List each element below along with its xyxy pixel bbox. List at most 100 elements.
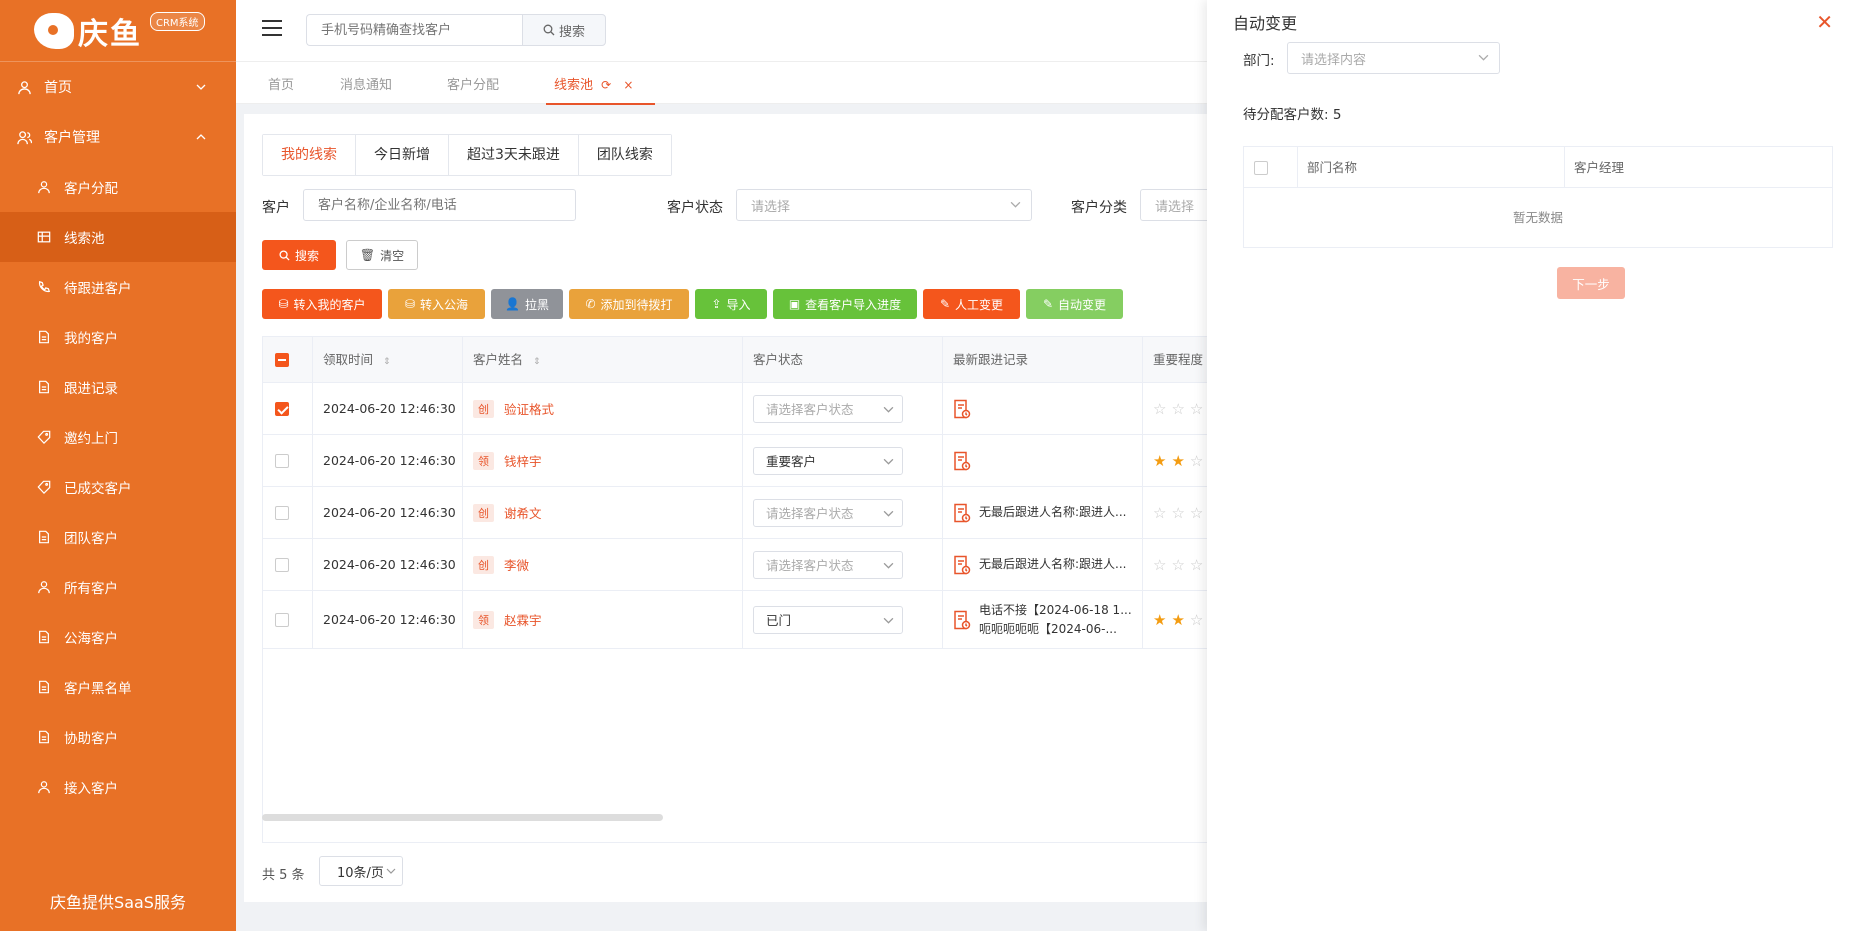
star-icon[interactable]: ★ [1171, 452, 1184, 470]
sidebar-item-all-customers[interactable]: 所有客户 [0, 562, 236, 612]
tab-customer-assign[interactable]: 客户分配 [447, 74, 499, 93]
subtab-overdue-3-days[interactable]: 超过3天未跟进 [449, 135, 579, 175]
sidebar-item-lead-pool[interactable]: 线索池 [0, 212, 236, 262]
next-step-button[interactable]: 下一步 [1557, 267, 1625, 299]
select-all-checkbox[interactable] [275, 353, 289, 367]
phone-search-input[interactable] [306, 14, 522, 46]
row-check-cell [263, 539, 313, 590]
star-icon[interactable]: ☆ [1190, 400, 1203, 418]
star-icon[interactable]: ☆ [1171, 400, 1184, 418]
to-public-sea-button[interactable]: ⛁ 转入公海 [388, 289, 485, 319]
auto-change-label: 自动变更 [1058, 297, 1107, 312]
status-select[interactable]: 已门 [753, 605, 903, 634]
phone-search-button[interactable]: 搜索 [522, 14, 606, 46]
tag-icon [36, 479, 52, 495]
page-size-select[interactable]: 10条/页 [319, 856, 403, 886]
star-icon[interactable]: ☆ [1153, 556, 1166, 574]
menu-home[interactable]: 首页 [0, 62, 236, 112]
status-filter-select[interactable]: 请选择 [736, 189, 1032, 221]
horizontal-scrollbar[interactable] [262, 814, 663, 821]
department-select[interactable]: 请选择内容 [1287, 42, 1500, 74]
row-checkbox[interactable] [275, 612, 289, 627]
star-icon[interactable]: ☆ [1190, 504, 1203, 522]
tab-lead-pool[interactable]: 线索池 ⟳ × [545, 74, 656, 105]
header-time[interactable]: 领取时间 ⇕ [313, 337, 463, 383]
auto-change-button[interactable]: ✎ 自动变更 [1026, 289, 1123, 319]
refresh-icon[interactable]: ⟳ [601, 78, 611, 92]
sidebar-item-incoming-customers[interactable]: 接入客户 [0, 762, 236, 812]
star-icon[interactable]: ★ [1153, 452, 1166, 470]
customer-name-link[interactable]: 谢希文 [504, 503, 542, 522]
tab-notifications[interactable]: 消息通知 [340, 74, 392, 93]
sidebar-item-follow-records[interactable]: 跟进记录 [0, 362, 236, 412]
header-status: 客户状态 [743, 337, 943, 383]
row-checkbox[interactable] [275, 505, 289, 520]
menu-customer-management[interactable]: 客户管理 [0, 112, 236, 162]
upload-icon: ⇪ [711, 297, 722, 311]
follow-record-icon[interactable] [953, 555, 971, 575]
header-record: 最新跟进记录 [943, 337, 1143, 383]
sort-icon[interactable]: ⇕ [383, 357, 391, 367]
dept-select-all-checkbox[interactable] [1254, 160, 1268, 175]
subtab-my-leads[interactable]: 我的线索 [263, 135, 356, 175]
star-icon[interactable]: ☆ [1171, 556, 1184, 574]
subtab-today-new[interactable]: 今日新增 [356, 135, 449, 175]
sidebar-item-my-customers[interactable]: 我的客户 [0, 312, 236, 362]
status-select[interactable]: 请选择客户状态 [753, 498, 903, 527]
customer-name-link[interactable]: 赵霖宇 [504, 610, 542, 629]
tab-home[interactable]: 首页 [268, 74, 294, 93]
star-icon[interactable]: ☆ [1153, 504, 1166, 522]
sidebar-item-customer-assign[interactable]: 客户分配 [0, 162, 236, 212]
star-icon[interactable]: ★ [1171, 611, 1184, 629]
close-icon[interactable]: × [623, 78, 633, 92]
add-to-call-button[interactable]: ✆ 添加到待拨打 [569, 289, 689, 319]
star-icon[interactable]: ☆ [1153, 400, 1166, 418]
header-name[interactable]: 客户姓名 ⇕ [463, 337, 743, 383]
manual-change-button[interactable]: ✎ 人工变更 [923, 289, 1020, 319]
blacklist-button[interactable]: 👤 拉黑 [491, 289, 563, 319]
customer-name-link[interactable]: 钱梓宇 [504, 451, 542, 470]
status-select[interactable]: 请选择客户状态 [753, 550, 903, 579]
star-icon[interactable]: ☆ [1190, 556, 1203, 574]
sidebar-item-team-customers[interactable]: 团队客户 [0, 512, 236, 562]
search-button[interactable]: 搜索 [262, 240, 336, 270]
import-button[interactable]: ⇪ 导入 [695, 289, 767, 319]
customer-name-link[interactable]: 李微 [504, 555, 529, 574]
row-name-cell: 创 李微 [463, 539, 743, 590]
sidebar-item-public-sea[interactable]: 公海客户 [0, 612, 236, 662]
star-icon[interactable]: ☆ [1190, 611, 1203, 629]
subtab-team-leads[interactable]: 团队线索 [578, 135, 671, 175]
status-select[interactable]: 重要客户 [753, 446, 903, 475]
sidebar-item-blacklist[interactable]: 客户黑名单 [0, 662, 236, 712]
to-my-customers-button[interactable]: ⛁ 转入我的客户 [262, 289, 382, 319]
sidebar-item-assist-customers[interactable]: 协助客户 [0, 712, 236, 762]
customer-filter-input[interactable] [303, 189, 576, 221]
chevron-up-icon [196, 130, 206, 146]
star-icon[interactable]: ★ [1153, 611, 1166, 629]
sort-icon[interactable]: ⇕ [533, 357, 541, 367]
status-filter-placeholder: 请选择 [751, 199, 791, 215]
status-select[interactable]: 请选择客户状态 [753, 394, 903, 423]
row-checkbox[interactable] [275, 557, 289, 572]
clear-button[interactable]: 🗑 清空 [346, 240, 418, 270]
customer-name-link[interactable]: 验证格式 [504, 399, 554, 418]
trash-icon: 🗑 [359, 248, 376, 262]
star-icon[interactable]: ☆ [1171, 504, 1184, 522]
sidebar-item-closed-deals[interactable]: 已成交客户 [0, 462, 236, 512]
follow-record-icon[interactable] [953, 610, 971, 630]
star-icon[interactable]: ☆ [1190, 452, 1203, 470]
row-checkbox[interactable] [275, 453, 289, 468]
menu-customer-management-label: 客户管理 [44, 130, 100, 146]
follow-record-icon[interactable] [953, 399, 971, 419]
sidebar-item-invite-visit[interactable]: 邀约上门 [0, 412, 236, 462]
import-progress-button[interactable]: ▣ 查看客户导入进度 [773, 289, 917, 319]
sidebar-item-pending-follow[interactable]: 待跟进客户 [0, 262, 236, 312]
follow-record-icon[interactable] [953, 503, 971, 523]
follow-record-icon[interactable] [953, 451, 971, 471]
close-icon[interactable]: ✕ [1816, 10, 1833, 34]
menu-toggle-icon[interactable] [262, 20, 282, 36]
row-checkbox[interactable] [275, 401, 289, 416]
row-status-cell: 重要客户 [743, 435, 943, 486]
person-icon [36, 579, 52, 595]
customer-filter-label: 客户 [262, 200, 290, 216]
